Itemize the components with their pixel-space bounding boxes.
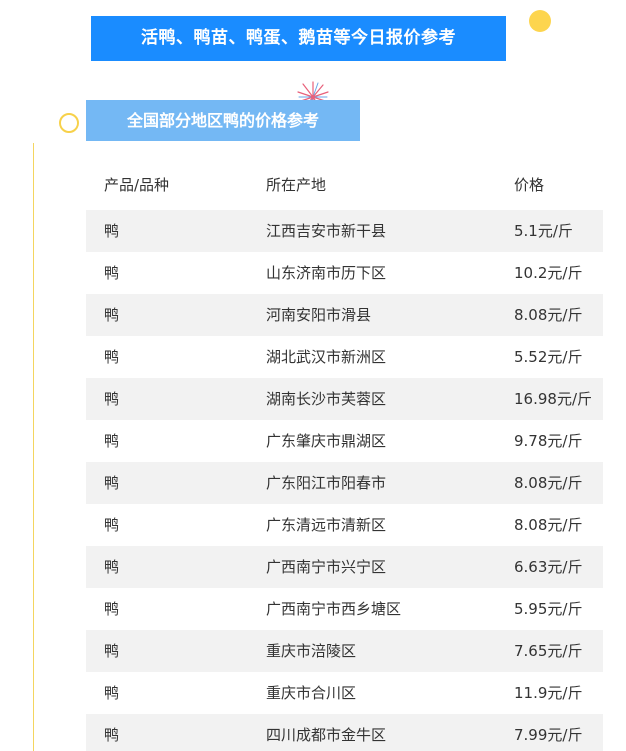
cell-product: 鸭 [104,390,120,408]
table-body: 鸭江西吉安市新干县 5.1元/斤鸭山东济南市历下区 10.2元/斤鸭河南安阳市滑县 8… [86,210,603,751]
table-row: 鸭 江西吉安市新干县 5.1元/斤 [86,210,603,252]
cell-price: 9.78元/斤 [514,432,583,450]
table-row: 鸭 重庆市合川区 11.9元/斤 [86,672,603,714]
page: 活鸭、鸭苗、鸭蛋、鹅苗等今日报价参考 全国部分地区鸭的价格参考 产品/品种 所在… [0,0,626,751]
decorative-timeline-line [33,143,34,751]
table-row: 鸭 广东清远市清新区 8.08元/斤 [86,504,603,546]
table-header-row: 产品/品种 所在产地 价格 [86,164,603,206]
cell-price: 10.2元/斤 [514,264,583,282]
table-row: 鸭 广西南宁市兴宁区 6.63元/斤 [86,546,603,588]
column-header-price: 价格 [514,176,545,194]
cell-origin: 广东肇庆市鼎湖区 [266,432,387,450]
cell-product: 鸭 [104,600,120,618]
cell-origin: 四川成都市金牛区 [266,726,387,744]
column-header-origin: 所在产地 [266,176,327,194]
main-title: 活鸭、鸭苗、鸭蛋、鹅苗等今日报价参考 [91,16,506,61]
cell-product: 鸭 [104,432,120,450]
cell-origin: 江西吉安市新干县 [266,222,387,240]
cell-price: 8.08元/斤 [514,306,583,324]
cell-product: 鸭 [104,348,120,366]
table-row: 鸭 河南安阳市滑县 8.08元/斤 [86,294,603,336]
section-title: 全国部分地区鸭的价格参考 [86,100,360,141]
cell-origin: 广西南宁市西乡塘区 [266,600,402,618]
cell-price: 7.99元/斤 [514,726,583,744]
cell-product: 鸭 [104,264,120,282]
cell-product: 鸭 [104,516,120,534]
price-table: 产品/品种 所在产地 价格 鸭江西吉安市新干县 5.1元/斤鸭山东济南市历下区 10… [86,164,603,751]
column-header-product: 产品/品种 [104,176,170,194]
cell-origin: 广东阳江市阳春市 [266,474,387,492]
table-row: 鸭 四川成都市金牛区 7.99元/斤 [86,714,603,751]
cell-product: 鸭 [104,474,120,492]
table-row: 鸭 广西南宁市西乡塘区 5.95元/斤 [86,588,603,630]
cell-price: 8.08元/斤 [514,516,583,534]
cell-price: 5.52元/斤 [514,348,583,366]
cell-origin: 河南安阳市滑县 [266,306,372,324]
cell-origin: 广西南宁市兴宁区 [266,558,387,576]
cell-price: 16.98元/斤 [514,390,592,408]
decorative-ring-icon [59,113,79,133]
cell-origin: 湖北武汉市新洲区 [266,348,387,366]
cell-price: 7.65元/斤 [514,642,583,660]
table-row: 鸭 湖北武汉市新洲区 5.52元/斤 [86,336,603,378]
cell-product: 鸭 [104,726,120,744]
cell-origin: 重庆市涪陵区 [266,642,357,660]
table-row: 鸭 广东肇庆市鼎湖区 9.78元/斤 [86,420,603,462]
cell-product: 鸭 [104,642,120,660]
table-row: 鸭 重庆市涪陵区 7.65元/斤 [86,630,603,672]
cell-origin: 湖南长沙市芙蓉区 [266,390,387,408]
cell-price: 5.1元/斤 [514,222,573,240]
table-row: 鸭 湖南长沙市芙蓉区 16.98元/斤 [86,378,603,420]
cell-product: 鸭 [104,684,120,702]
cell-price: 6.63元/斤 [514,558,583,576]
decorative-dot-icon [529,10,551,32]
cell-origin: 重庆市合川区 [266,684,357,702]
table-row: 鸭 山东济南市历下区 10.2元/斤 [86,252,603,294]
cell-price: 8.08元/斤 [514,474,583,492]
table-row: 鸭 广东阳江市阳春市 8.08元/斤 [86,462,603,504]
cell-product: 鸭 [104,306,120,324]
cell-origin: 山东济南市历下区 [266,264,387,282]
cell-product: 鸭 [104,222,120,240]
cell-product: 鸭 [104,558,120,576]
cell-price: 11.9元/斤 [514,684,583,702]
cell-origin: 广东清远市清新区 [266,516,387,534]
cell-price: 5.95元/斤 [514,600,583,618]
